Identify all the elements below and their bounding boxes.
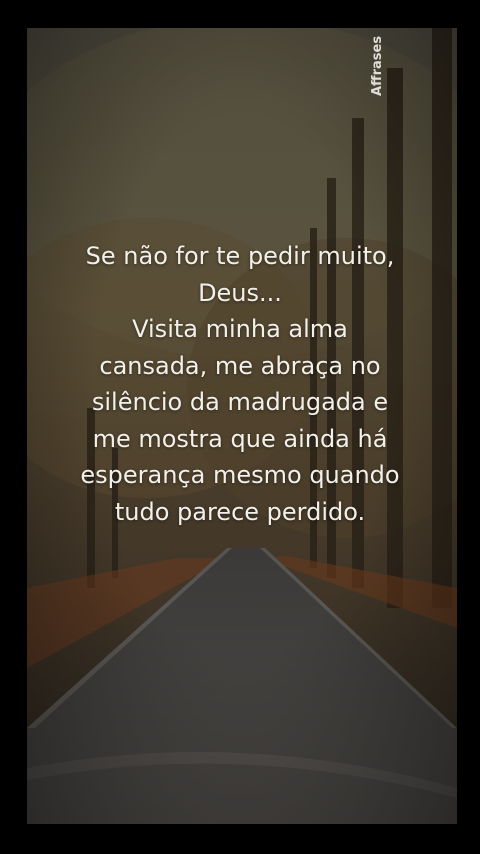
quote-line: cansada, me abraça no — [99, 351, 381, 380]
quote-line: Deus... — [198, 278, 282, 307]
quote-line: Visita minha alma — [132, 315, 348, 343]
quote-line: silêncio da madrugada e — [91, 388, 389, 416]
watermark-text: Affrases — [370, 35, 385, 96]
quote-line: tudo parece perdido. — [114, 497, 366, 526]
quote-line: esperança mesmo quando — [80, 461, 400, 489]
quote-text: Se não for te pedir muito, Deus... Visit… — [40, 238, 440, 530]
story-frame: Affrases Se não for te pedir muito, Deus… — [0, 0, 480, 854]
quote-line: me mostra que ainda há — [92, 424, 388, 453]
quote-line: Se não for te pedir muito, — [85, 242, 395, 270]
